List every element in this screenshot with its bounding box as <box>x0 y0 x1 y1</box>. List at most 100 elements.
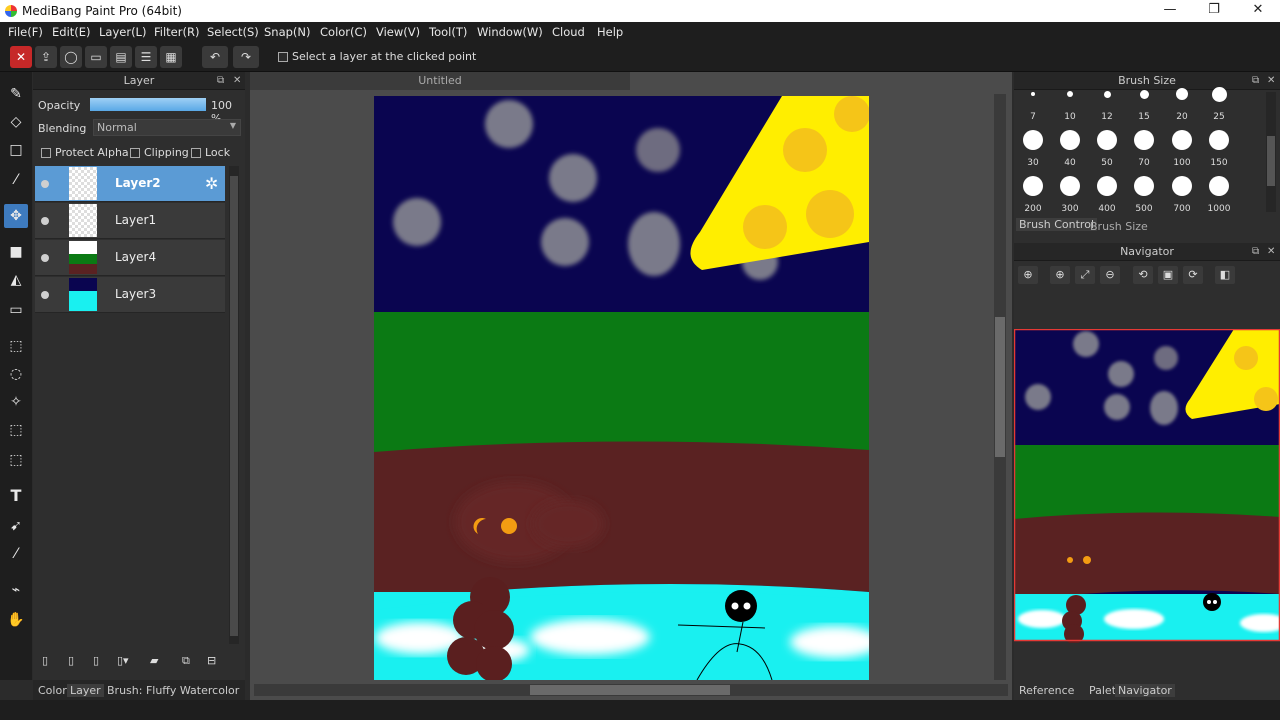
menu-snap[interactable]: Snap(N) <box>264 22 311 42</box>
select-rect-icon[interactable]: ⬚ <box>4 334 28 358</box>
brush-size-option[interactable] <box>1097 130 1117 150</box>
close-panel-icon[interactable]: ✕ <box>1267 243 1275 261</box>
brush-size-option[interactable] <box>1060 176 1080 196</box>
visibility-eye-icon[interactable] <box>41 291 49 299</box>
new-layer-8bit-icon[interactable]: ▯ <box>68 654 74 667</box>
brush-size-option[interactable] <box>1103 90 1111 98</box>
maximize-button[interactable]: ❐ <box>1192 0 1236 22</box>
close-panel-icon[interactable]: ✕ <box>233 72 241 90</box>
grid-icon[interactable]: ▦ <box>160 46 182 68</box>
popout-icon[interactable]: ⧉ <box>217 72 224 90</box>
zoom-in-icon[interactable]: ⊕ <box>1018 266 1038 284</box>
tab-layer[interactable]: Layer <box>67 684 104 697</box>
brush-size-option[interactable] <box>1209 130 1229 150</box>
brush-size-option[interactable] <box>1172 130 1192 150</box>
layer-row-layer2[interactable]: Layer2 ✲ <box>35 166 225 202</box>
opacity-slider[interactable] <box>90 98 206 111</box>
fill-rect-tool-icon[interactable]: ■ <box>4 240 28 264</box>
visibility-eye-icon[interactable] <box>41 217 49 225</box>
navigator-preview[interactable] <box>1014 329 1280 643</box>
brush-size-option[interactable] <box>1023 130 1043 150</box>
hand-tool-icon[interactable]: ✋ <box>4 608 28 632</box>
folder-icon[interactable]: ▰ <box>150 654 158 667</box>
scrollbar-thumb[interactable] <box>230 176 238 636</box>
menu-layer[interactable]: Layer(L) <box>99 22 146 42</box>
layer-row-layer1[interactable]: Layer1 <box>35 203 225 239</box>
brush-size-option[interactable] <box>1134 176 1154 196</box>
tab-navigator[interactable]: Navigator <box>1115 684 1175 697</box>
menu-window[interactable]: Window(W) <box>477 22 543 42</box>
close-panel-icon[interactable]: ✕ <box>1267 72 1275 90</box>
brush-size-option[interactable] <box>1067 91 1073 97</box>
menu-cloud[interactable]: Cloud <box>552 22 585 42</box>
list-icon[interactable]: ☰ <box>135 46 157 68</box>
rotate-left-icon[interactable]: ⟲ <box>1133 266 1153 284</box>
select-pen-icon[interactable]: ⬚ <box>4 418 28 442</box>
gear-icon[interactable]: ✲ <box>205 174 218 193</box>
merge-layer-icon[interactable]: ⊟ <box>207 654 216 667</box>
menu-tool[interactable]: Tool(T) <box>429 22 467 42</box>
tab-brush-control[interactable]: Brush Control <box>1016 218 1098 231</box>
brush-size-option[interactable] <box>1139 89 1149 99</box>
brush-size-option[interactable] <box>1176 88 1188 100</box>
brush-size-option[interactable] <box>1134 130 1154 150</box>
undo-icon[interactable]: ↶ <box>202 46 228 68</box>
menu-edit[interactable]: Edit(E) <box>52 22 91 42</box>
minimize-button[interactable]: — <box>1148 0 1192 22</box>
pen-tool-icon[interactable]: ⁄ <box>4 168 28 192</box>
visibility-eye-icon[interactable] <box>41 180 49 188</box>
layer-row-layer4[interactable]: Layer4 <box>35 240 225 276</box>
magic-wand-icon[interactable]: ✧ <box>4 390 28 414</box>
rectangle-tool-icon[interactable]: □ <box>4 138 28 162</box>
eraser-tool-icon[interactable]: ◇ <box>4 110 28 134</box>
menu-color[interactable]: Color(C) <box>320 22 367 42</box>
add-layer-dropdown-icon[interactable]: ▯▾ <box>117 654 129 667</box>
share-icon[interactable]: ⇪ <box>35 46 57 68</box>
lasso-tool-icon[interactable]: ◌ <box>4 362 28 386</box>
tab-color[interactable]: Color <box>38 684 67 697</box>
brush-size-option[interactable] <box>1060 130 1080 150</box>
brush-size-option[interactable] <box>1211 86 1227 102</box>
tab-reference[interactable]: Reference <box>1019 684 1074 697</box>
menu-filter[interactable]: Filter(R) <box>154 22 199 42</box>
fit-icon[interactable]: ⤢ <box>1075 266 1095 284</box>
comment-icon[interactable]: ▭ <box>85 46 107 68</box>
canvas-area[interactable] <box>250 72 1012 700</box>
eyedropper-tool-icon[interactable]: ⌁ <box>4 578 28 602</box>
close-window-button[interactable]: ✕ <box>1236 0 1280 22</box>
page-icon[interactable]: ▤ <box>110 46 132 68</box>
brush-size-option[interactable] <box>1097 176 1117 196</box>
brush-size-option[interactable] <box>1209 176 1229 196</box>
brush-size-scrollbar[interactable] <box>1266 92 1276 212</box>
menu-view[interactable]: View(V) <box>376 22 420 42</box>
zoom-in-2-icon[interactable]: ⊕ <box>1050 266 1070 284</box>
brush-tool-icon[interactable]: ✎ <box>4 82 28 106</box>
canvas-hscroll-thumb[interactable] <box>530 685 730 695</box>
document-tab[interactable]: Untitled <box>250 72 630 90</box>
blending-select[interactable]: Normal ▼ <box>93 119 241 136</box>
layer-row-layer3[interactable]: Layer3 <box>35 277 225 313</box>
dropper-tool-icon[interactable]: ⁄ <box>4 542 28 566</box>
popout-icon[interactable]: ⧉ <box>1252 72 1259 90</box>
clipping-checkbox[interactable]: Clipping <box>130 146 189 159</box>
text-tool-icon[interactable]: T <box>4 484 28 508</box>
brush-size-option[interactable] <box>1023 176 1043 196</box>
select-layer-checkbox[interactable]: Select a layer at the clicked point <box>278 50 476 63</box>
protect-alpha-checkbox[interactable]: Protect Alpha <box>41 146 129 159</box>
lock-checkbox[interactable]: Lock <box>191 146 230 159</box>
brush-size-option[interactable] <box>1031 92 1035 96</box>
gradient-tool-icon[interactable]: ▭ <box>4 298 28 322</box>
tab-brush-size[interactable]: Brush Size <box>1090 220 1148 233</box>
bucket-tool-icon[interactable]: ◭ <box>4 268 28 292</box>
duplicate-layer-icon[interactable]: ⧉ <box>182 654 190 668</box>
menu-file[interactable]: File(F) <box>8 22 43 42</box>
canvas-vscroll-thumb[interactable] <box>995 317 1005 457</box>
brush-size-option[interactable] <box>1172 176 1192 196</box>
operation-tool-icon[interactable]: ➹ <box>4 514 28 538</box>
move-tool-icon[interactable]: ✥ <box>4 204 28 228</box>
rotate-right-icon[interactable]: ⟳ <box>1183 266 1203 284</box>
popout-icon[interactable]: ⧉ <box>1252 243 1259 261</box>
flip-icon[interactable]: ◧ <box>1215 266 1235 284</box>
menu-select[interactable]: Select(S) <box>207 22 259 42</box>
new-layer-1bit-icon[interactable]: ▯ <box>93 654 99 667</box>
